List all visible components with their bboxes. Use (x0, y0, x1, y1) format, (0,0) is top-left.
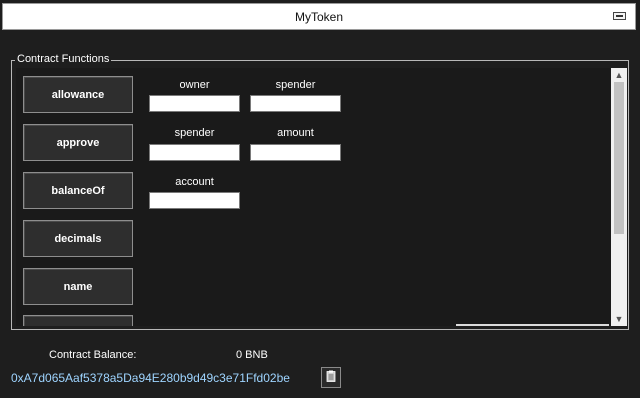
decimals-button[interactable]: decimals (23, 220, 133, 257)
functions-scroll-area[interactable]: allowance approve balanceOf decimals nam… (16, 68, 611, 326)
approve-button[interactable]: approve (23, 124, 133, 161)
next-function-button[interactable] (23, 315, 133, 326)
allowance-owner-label: owner (179, 79, 210, 91)
approve-amount-field[interactable] (250, 144, 341, 161)
chevron-down-icon[interactable]: ▼ (611, 312, 627, 326)
contract-balance-label: Contract Balance: (49, 349, 137, 361)
approve-spender-field[interactable] (149, 144, 240, 161)
balanceof-account-field[interactable] (149, 192, 240, 209)
balanceof-button[interactable]: balanceOf (23, 172, 133, 209)
name-button[interactable]: name (23, 268, 133, 305)
allowance-spender-label: spender (275, 79, 316, 91)
window-titlebar: MyToken (2, 3, 636, 30)
vertical-scrollbar[interactable]: ▲ ▼ (611, 68, 627, 326)
approve-amount-label: amount (277, 127, 314, 139)
contract-balance-value: 0 BNB (236, 349, 268, 361)
horizontal-scroll-indicator (456, 324, 609, 326)
window-title: MyToken (294, 9, 344, 24)
allowance-owner-field[interactable] (149, 95, 240, 112)
clipboard-icon (326, 369, 336, 387)
allowance-spender-field[interactable] (250, 95, 341, 112)
allowance-button[interactable]: allowance (23, 76, 133, 113)
approve-spender-label: spender (174, 127, 215, 139)
balanceof-account-label: account (175, 176, 214, 188)
scrollbar-thumb[interactable] (614, 82, 624, 234)
copy-address-button[interactable] (321, 367, 341, 388)
chevron-up-icon[interactable]: ▲ (611, 68, 627, 82)
contract-address: 0xA7d065Aaf5378a5Da94E280b9d49c3e71Ffd02… (11, 371, 290, 385)
group-legend: Contract Functions (15, 53, 112, 65)
minimize-icon[interactable] (613, 12, 626, 20)
